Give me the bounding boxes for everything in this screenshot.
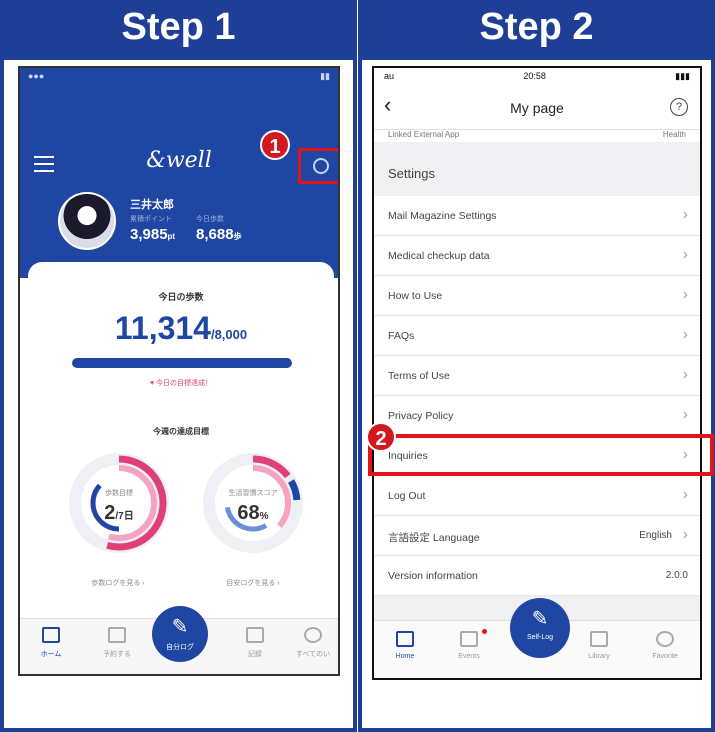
document-icon: [246, 627, 264, 643]
row-faqs[interactable]: FAQs ›: [374, 316, 700, 356]
chevron-right-icon: ›: [682, 526, 688, 543]
row-how-to-use[interactable]: How to Use ›: [374, 276, 700, 316]
home-icon: [396, 631, 414, 647]
step1-panel: Step 1 ●●● ▮▮ &well 三井太郎 累積ポイント 今日歩数 3,98…: [0, 0, 357, 732]
row-version: Version information 2.0.0: [374, 556, 700, 596]
row-label: 言語設定 Language: [388, 532, 480, 544]
user-name: 三井太郎: [130, 199, 174, 211]
tab-home[interactable]: Home: [380, 631, 430, 660]
tab-library[interactable]: Library: [574, 631, 624, 660]
settings-title: Settings: [388, 166, 435, 181]
tab-favorite[interactable]: Favorite: [640, 631, 690, 660]
app-home-screen: ●●● ▮▮ &well 三井太郎 累積ポイント 今日歩数 3,985pt 8,6…: [18, 66, 340, 676]
steps-count: 11,314/8,000: [114, 310, 248, 346]
tab-home[interactable]: ホーム: [26, 627, 76, 659]
chevron-right-icon: ›: [682, 486, 688, 503]
help-icon[interactable]: ?: [670, 98, 688, 116]
step1-content: ●●● ▮▮ &well 三井太郎 累積ポイント 今日歩数 3,985pt 8,6…: [4, 60, 353, 728]
today-steps-label: 今日歩数: [196, 216, 224, 223]
step2-badge: 2: [366, 422, 396, 452]
chevron-right-icon: ›: [682, 286, 688, 303]
version-value: 2.0.0: [665, 570, 688, 581]
row-medical-checkup[interactable]: Medical checkup data ›: [374, 236, 700, 276]
nav-bar: ‹ My page ?: [374, 86, 700, 130]
self-log-button[interactable]: ✎ Self-Log: [510, 598, 570, 658]
step1-title: Step 1: [121, 6, 236, 48]
step1-badge: 1: [260, 130, 290, 160]
carrier-label: au: [384, 71, 395, 81]
row-privacy[interactable]: Privacy Policy ›: [374, 396, 700, 436]
page-title: My page: [510, 100, 564, 116]
chevron-right-icon: ›: [682, 326, 688, 343]
weekly-goal-label: 今週の達成目標: [153, 427, 209, 436]
steps-card: 今日の歩数 11,314/8,000 ♥ 今日の目標達成！ 今週の達成目標 歩数…: [28, 262, 334, 652]
row-label: Mail Magazine Settings: [388, 210, 497, 222]
row-language[interactable]: 言語設定 Language English ›: [374, 516, 700, 556]
clock: 20:58: [523, 71, 546, 81]
star-icon: [656, 631, 674, 647]
status-bar: au 20:58 ▮▮▮: [374, 68, 700, 86]
steps-label: 今日の歩数: [158, 292, 204, 302]
tab-reserve[interactable]: 予約する: [92, 627, 142, 659]
row-log-out[interactable]: Log Out ›: [374, 476, 700, 516]
gear-icon[interactable]: [313, 158, 329, 174]
row-label: Version information: [388, 570, 478, 582]
linked-app-label: Linked External App: [388, 130, 460, 139]
points-value: 3,985pt: [130, 226, 176, 243]
notification-dot: [482, 629, 487, 634]
chevron-right-icon: ›: [682, 366, 688, 383]
language-value: English: [639, 530, 672, 541]
step2-panel: Step 2 au 20:58 ▮▮▮ ‹ My page ? Linked E…: [358, 0, 715, 732]
pencil-icon: ✎: [531, 608, 549, 630]
row-label: How to Use: [388, 290, 443, 302]
settings-highlight: [298, 148, 338, 184]
chevron-right-icon: ›: [682, 246, 688, 263]
book-icon: [590, 631, 608, 647]
step2-content: au 20:58 ▮▮▮ ‹ My page ? Linked External…: [362, 60, 714, 728]
calendar-icon: [108, 627, 126, 643]
app-logo: &well: [146, 148, 212, 173]
self-log-button[interactable]: ✎ 自分ログ: [152, 606, 208, 662]
row-mail-magazine[interactable]: Mail Magazine Settings ›: [374, 196, 700, 236]
tab-favorite[interactable]: すべてのい: [288, 627, 338, 659]
today-steps-value: 8,688歩: [196, 226, 242, 243]
star-icon: [304, 627, 322, 643]
ring2-link[interactable]: 目安ログを見る ›: [193, 578, 313, 588]
battery-icon: ▮▮▮: [675, 71, 690, 81]
ring2-label: 生活習慣スコア: [228, 490, 278, 497]
status-bar: ●●● ▮▮: [28, 71, 330, 81]
ring1-label: 歩数目標: [105, 490, 133, 497]
linked-app-value: Health: [662, 130, 686, 139]
tab-events[interactable]: Events: [444, 631, 494, 660]
steps-progress-bar: [72, 358, 292, 368]
ring1-value: 2/7日: [104, 502, 134, 524]
linked-app-row[interactable]: Linked External App Health: [374, 130, 700, 142]
settings-section-header: Settings: [374, 142, 700, 196]
points-label: 累積ポイント: [130, 216, 172, 223]
home-icon: [42, 627, 60, 643]
step2-title: Step 2: [479, 6, 594, 48]
row-label: Medical checkup data: [388, 250, 490, 262]
ring1-link[interactable]: 歩数ログを見る ›: [58, 578, 178, 588]
pencil-icon: ✎: [171, 616, 189, 638]
row-label: Log Out: [388, 490, 426, 502]
row-label: Terms of Use: [388, 370, 450, 382]
chevron-right-icon: ›: [682, 206, 688, 223]
my-page-screen: au 20:58 ▮▮▮ ‹ My page ? Linked External…: [372, 66, 702, 680]
row-label: FAQs: [388, 330, 415, 342]
chevron-right-icon: ›: [682, 406, 688, 423]
row-label: Privacy Policy: [388, 410, 454, 422]
avatar[interactable]: [58, 192, 116, 250]
calendar-icon: [460, 631, 478, 647]
row-terms[interactable]: Terms of Use ›: [374, 356, 700, 396]
inquiries-highlight: [368, 434, 714, 476]
tab-record[interactable]: 記録: [230, 627, 280, 659]
ring2-value: 68%: [237, 502, 269, 524]
goal-achieved-note: ♥ 今日の目標達成！: [149, 380, 213, 387]
home-header: [20, 68, 338, 278]
